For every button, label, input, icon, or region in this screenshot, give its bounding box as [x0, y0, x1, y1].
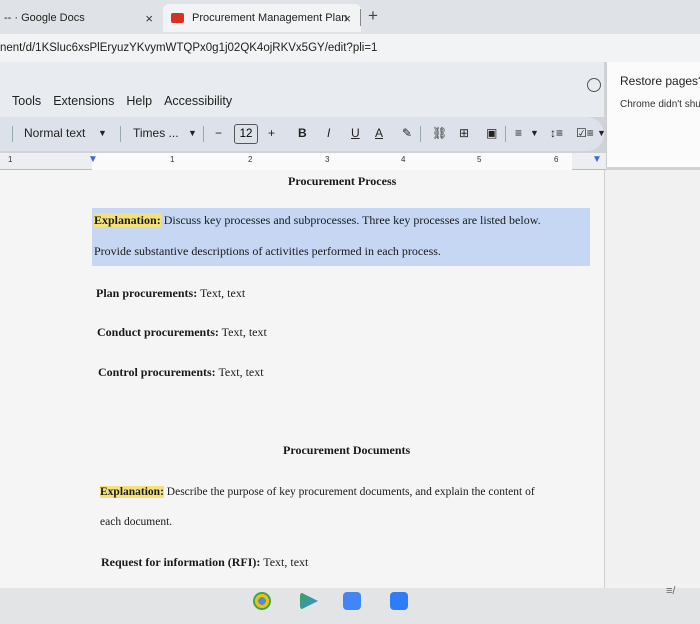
- tab-procurement-plan[interactable]: Procurement Management Plan ×: [163, 4, 361, 32]
- section-title: Procurement Documents: [283, 443, 411, 457]
- highlight-icon[interactable]: ✎: [402, 126, 412, 140]
- link-icon[interactable]: ⛓: [432, 126, 447, 140]
- item-label: Request for information (RFI):: [101, 555, 261, 569]
- new-tab-button[interactable]: +: [368, 6, 378, 26]
- decrease-font-button[interactable]: −: [215, 126, 222, 140]
- ruler-tick: 1: [170, 155, 175, 164]
- item-label: Conduct procurements:: [97, 325, 219, 339]
- checklist-icon[interactable]: ☑≡: [576, 126, 594, 140]
- comment-icon[interactable]: ⊞: [459, 126, 469, 140]
- item-label: Plan procurements:: [96, 286, 198, 300]
- menu-bar: Tools Extensions Help Accessibility: [0, 62, 604, 117]
- address-bar[interactable]: nent/d/1KSluc6xsPlEryuzYKvymWTQPx0g1j02Q…: [0, 34, 700, 62]
- ruler-tick: 2: [248, 155, 253, 164]
- line-spacing-icon[interactable]: ↕≡: [550, 126, 563, 140]
- font-select[interactable]: Times ...: [133, 126, 179, 140]
- youtube-icon: [171, 13, 184, 23]
- ruler-tick: 6: [554, 155, 559, 164]
- ruler-tick: 5: [477, 155, 482, 164]
- docs-icon[interactable]: [343, 592, 361, 610]
- item-label: Control procurements:: [98, 365, 216, 379]
- ruler-tick: 1: [8, 155, 13, 164]
- close-icon[interactable]: ×: [343, 11, 351, 26]
- url-text[interactable]: nent/d/1KSluc6xsPlEryuzYKvymWTQPx0g1j02Q…: [0, 42, 377, 54]
- process-item[interactable]: Plan procurements: Text, text: [96, 286, 245, 301]
- process-item[interactable]: Conduct procurements: Text, text: [97, 325, 267, 340]
- ruler-margin-area: [92, 153, 572, 170]
- document-item[interactable]: Request for information (RFI): Text, tex…: [101, 555, 308, 570]
- italic-button[interactable]: I: [327, 126, 330, 140]
- menu-accessibility[interactable]: Accessibility: [164, 94, 232, 108]
- menu-extensions[interactable]: Extensions: [53, 94, 114, 108]
- explanation-line[interactable]: Provide substantive descriptions of acti…: [94, 244, 441, 259]
- increase-font-button[interactable]: +: [268, 126, 275, 140]
- ruler-tick: 3: [325, 155, 330, 164]
- menu-help[interactable]: Help: [126, 94, 152, 108]
- section-title: Procurement Process: [288, 174, 397, 188]
- tab-divider: [360, 9, 361, 26]
- explanation-text: Describe the purpose of key procurement …: [163, 486, 535, 498]
- explanation-paragraph[interactable]: Explanation: Discuss key processes and s…: [94, 213, 541, 228]
- align-icon[interactable]: ≡: [515, 126, 522, 140]
- explanation-label: Explanation:: [94, 213, 161, 227]
- explanation-label: Explanation:: [100, 486, 164, 498]
- chevron-down-icon[interactable]: ▼: [98, 128, 107, 138]
- ruler[interactable]: 1 1 2 3 4 5 6 ▼ ▼: [0, 153, 606, 170]
- chevron-down-icon[interactable]: ▼: [188, 128, 197, 138]
- chevron-down-icon[interactable]: ▼: [597, 128, 606, 138]
- chevron-down-icon[interactable]: ▼: [530, 128, 539, 138]
- restore-subtitle: Chrome didn't shu: [620, 99, 700, 110]
- style-select[interactable]: Normal text: [24, 126, 85, 140]
- ruler-tick: 4: [401, 155, 406, 164]
- tab-label: Procurement Management Plan: [192, 12, 348, 24]
- explanation-line[interactable]: each document.: [100, 516, 172, 528]
- indent-marker-icon[interactable]: ▼: [592, 154, 602, 165]
- text-color-button[interactable]: A: [375, 126, 383, 140]
- image-icon[interactable]: ▣: [486, 126, 497, 140]
- toolbar-divider: [420, 126, 421, 142]
- menu-tools[interactable]: Tools: [12, 94, 41, 108]
- restore-title: Restore pages?: [620, 74, 700, 88]
- toolbar-divider: [203, 126, 204, 142]
- explanation-text: Discuss key processes and subprocesses. …: [160, 213, 541, 227]
- restore-pages-popup[interactable]: Restore pages? Chrome didn't shu: [606, 62, 700, 167]
- process-item[interactable]: Control procurements: Text, text: [98, 365, 264, 380]
- tab-label: -- · Google Docs: [4, 12, 85, 24]
- restore-icon: [587, 78, 601, 92]
- ime-icon[interactable]: ≡/: [666, 585, 675, 597]
- item-text: Text, text: [215, 365, 264, 379]
- toolbar-divider: [505, 126, 506, 142]
- bold-button[interactable]: B: [298, 126, 307, 140]
- indent-marker-icon[interactable]: ▼: [88, 154, 98, 165]
- formatting-toolbar: Normal text ▼ Times ... ▼ − 12 + B I U A…: [0, 117, 606, 151]
- side-panel: [604, 170, 700, 588]
- close-icon[interactable]: ×: [145, 11, 153, 26]
- tab-google-docs[interactable]: -- · Google Docs ×: [0, 4, 163, 32]
- item-text: Text, text: [218, 325, 267, 339]
- item-text: Text, text: [197, 286, 246, 300]
- chrome-icon[interactable]: [253, 592, 271, 610]
- toolbar-divider: [120, 126, 121, 142]
- files-icon[interactable]: [390, 592, 408, 610]
- explanation-paragraph[interactable]: Explanation: Describe the purpose of key…: [100, 486, 535, 498]
- toolbar-divider: [12, 126, 13, 142]
- item-text: Text, text: [260, 555, 309, 569]
- font-size-input[interactable]: 12: [234, 124, 258, 144]
- underline-button[interactable]: U: [351, 126, 360, 140]
